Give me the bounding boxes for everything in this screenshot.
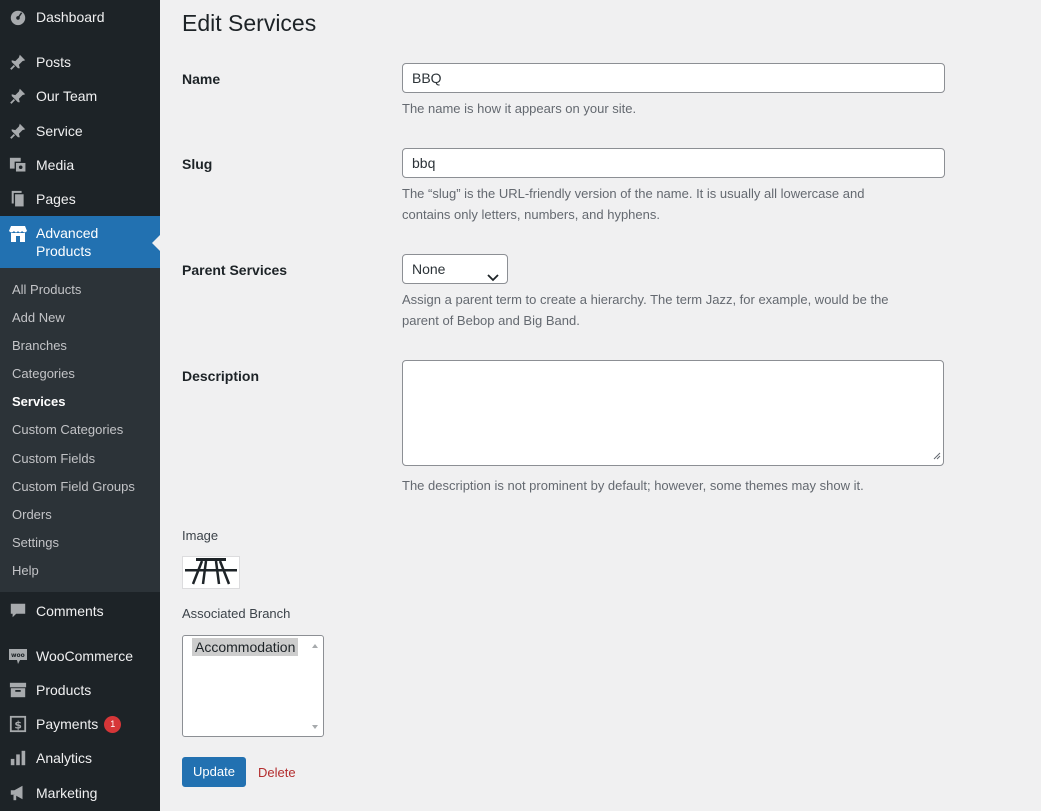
slug-field[interactable]: bbq [402,148,945,178]
image-label: Image [182,528,219,543]
submenu-item-categories[interactable]: Categories [12,364,75,384]
name-field[interactable]: BBQ [402,63,945,93]
parent-services-value: None [412,261,446,277]
update-button[interactable]: Update [182,757,246,787]
associated-branch-listbox[interactable]: Accommodation [182,635,324,737]
menu-label: Our Team [36,88,98,104]
slug-help-line-1: The “slug” is the URL-friendly version o… [402,186,865,201]
menu-label: Advanced Products [36,225,99,259]
menu-label: Media [36,157,75,173]
menu-item-products[interactable]: Products [0,673,160,707]
description-help: The description is not prominent by defa… [402,478,864,493]
description-textarea[interactable] [402,360,944,466]
menu-label: Posts [36,54,72,70]
parent-help-line-2: parent of Bebop and Big Band. [402,313,580,328]
pin-icon [8,52,28,72]
analytics-icon [8,748,28,768]
menu-item-posts[interactable]: Posts [0,45,160,79]
delete-link[interactable]: Delete [258,765,296,780]
submenu-item-add-new[interactable]: Add New [12,308,65,328]
menu-label: Dashboard [36,9,105,25]
menu-item-analytics[interactable]: Analytics [0,741,160,775]
svg-text:woo: woo [11,652,25,659]
associated-branch-label: Associated Branch [182,606,291,621]
menu-label: WooCommerce [36,648,133,664]
active-arrow [152,235,160,251]
menu-item-woocommerce[interactable]: woo WooCommerce [0,639,160,673]
parent-services-label: Parent Services [182,262,288,278]
admin-sidebar: Dashboard Posts Our Team Service Media P… [0,0,160,811]
advanced-products-submenu: All Products Add New Branches Categories… [0,268,160,592]
submenu-item-services[interactable]: Services [12,392,66,412]
menu-label: Marketing [36,785,98,801]
menu-label: Analytics [36,750,93,766]
resize-handle-icon[interactable] [933,448,941,463]
store-icon [8,224,28,244]
name-help: The name is how it appears on your site. [402,101,637,116]
chevron-down-icon [487,264,499,292]
notification-badge: 1 [104,715,122,733]
menu-item-dashboard[interactable]: Dashboard [0,0,160,34]
payments-icon: $ [8,714,28,734]
menu-item-service[interactable]: Service [0,114,160,148]
media-icon [8,155,28,175]
menu-label: Products [36,682,92,698]
menu-label: Pages [36,191,76,207]
branch-option[interactable]: Accommodation [192,638,299,656]
menu-item-marketing[interactable]: Marketing [0,776,160,810]
dashboard-icon [8,7,28,27]
archive-icon [8,680,28,700]
menu-item-comments[interactable]: Comments [0,594,160,628]
name-label: Name [182,71,221,87]
svg-text:$: $ [14,719,22,732]
submenu-item-branches[interactable]: Branches [12,336,67,356]
menu-label: Payments [36,716,99,732]
submenu-item-settings[interactable]: Settings [12,533,59,553]
submenu-item-help[interactable]: Help [12,561,39,581]
page-title: Edit Services [182,10,317,36]
submenu-item-orders[interactable]: Orders [12,505,52,525]
woo-icon: woo [8,646,28,666]
pin-icon [8,86,28,106]
submenu-item-custom-categories[interactable]: Custom Categories [12,420,123,440]
description-label: Description [182,368,260,384]
megaphone-icon [8,783,28,803]
pages-icon [8,189,28,209]
menu-label: Comments [36,603,104,619]
menu-item-our-team[interactable]: Our Team [0,79,160,113]
slug-label: Slug [182,156,213,172]
picnic-table-icon [183,556,239,589]
image-thumbnail[interactable] [182,556,240,589]
submenu-item-all-products[interactable]: All Products [12,280,81,300]
submenu-item-custom-fields[interactable]: Custom Fields [12,449,95,469]
pin-icon [8,121,28,141]
submenu-item-custom-field-groups[interactable]: Custom Field Groups [12,477,135,497]
menu-item-pages[interactable]: Pages [0,182,160,216]
menu-item-advanced-products[interactable]: Advanced Products [0,216,160,268]
comment-icon [8,601,28,621]
menu-item-payments[interactable]: $ Payments 1 [0,707,160,741]
menu-label: Service [36,123,83,139]
parent-help-line-1: Assign a parent term to create a hierarc… [402,292,889,307]
listbox-scrollbar[interactable] [308,637,322,735]
parent-services-select[interactable]: None [402,254,508,284]
slug-help-line-2: contains only letters, numbers, and hyph… [402,207,660,222]
menu-item-media[interactable]: Media [0,148,160,182]
